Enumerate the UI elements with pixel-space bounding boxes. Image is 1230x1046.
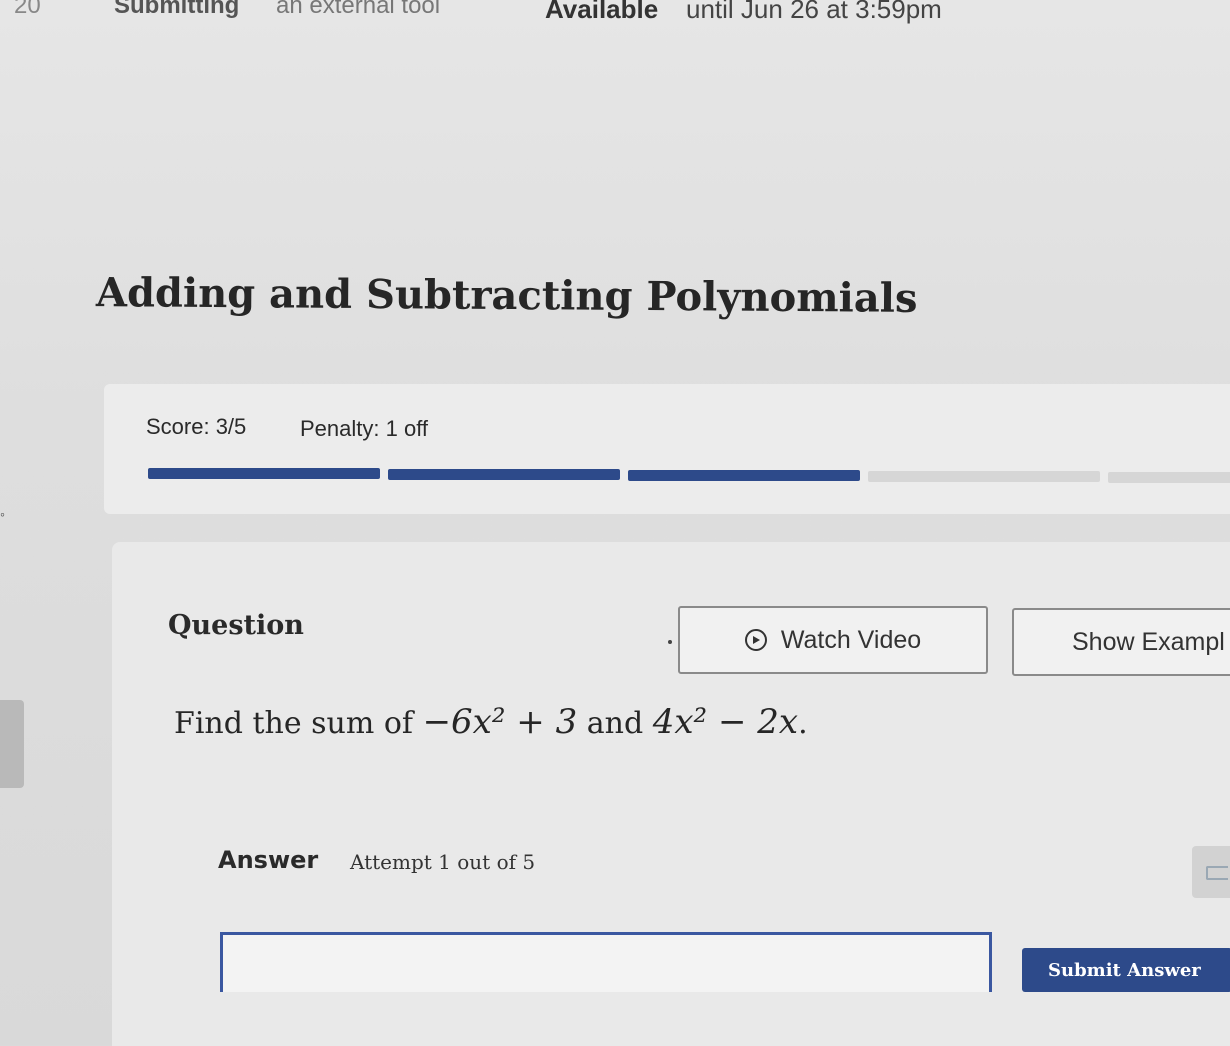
watch-video-label: Watch Video bbox=[780, 625, 922, 654]
submit-answer-button[interactable]: Submit Answer bbox=[1022, 948, 1230, 992]
prompt-and: and bbox=[586, 706, 644, 741]
submitting-label: Submitting bbox=[114, 0, 240, 19]
show-example-button[interactable]: Show Exampl bbox=[1012, 608, 1230, 676]
play-circle-icon bbox=[744, 629, 767, 651]
prompt-prefix: Find the sum of bbox=[174, 706, 414, 741]
submitting-value: an external tool bbox=[276, 0, 441, 19]
side-panel-tab[interactable] bbox=[1192, 846, 1230, 898]
progress-segment bbox=[388, 469, 620, 480]
page-title: Adding and Subtracting Polynomials bbox=[95, 269, 918, 322]
progress-bar bbox=[148, 468, 1230, 484]
answer-label: Answer bbox=[218, 846, 319, 874]
prompt-suffix: . bbox=[798, 706, 808, 741]
question-prompt: Find the sum of −6x² + 3 and 4x² − 2x. bbox=[174, 702, 808, 742]
progress-segment bbox=[1108, 472, 1230, 483]
panel-icon bbox=[1206, 866, 1228, 880]
progress-segment bbox=[148, 468, 380, 479]
left-edge-mark: ◦ bbox=[0, 506, 5, 522]
progress-segment bbox=[628, 470, 860, 481]
score-panel: Score: 3/5 Penalty: 1 off bbox=[104, 384, 1230, 514]
expression-1: −6x² + 3 bbox=[422, 702, 578, 742]
separator-dot bbox=[668, 640, 672, 644]
question-card: Question Watch Video Show Exampl Find th… bbox=[112, 542, 1230, 1046]
attempt-counter: Attempt 1 out of 5 bbox=[350, 850, 536, 874]
answer-input[interactable] bbox=[220, 932, 992, 992]
show-example-label: Show Exampl bbox=[1072, 627, 1225, 656]
expression-2: 4x² − 2x bbox=[652, 702, 799, 742]
left-edge-tab[interactable] bbox=[0, 700, 24, 788]
question-label: Question bbox=[168, 610, 304, 641]
score-text: Score: 3/5 bbox=[146, 414, 247, 439]
available-value: until Jun 26 at 3:59pm bbox=[686, 0, 942, 24]
available-label: Available bbox=[545, 0, 659, 24]
assignment-info-bar: 20 Submitting an external tool Available… bbox=[0, 0, 1230, 34]
progress-segment bbox=[868, 471, 1100, 482]
points-fragment: 20 bbox=[14, 0, 41, 19]
penalty-text: Penalty: 1 off bbox=[300, 416, 429, 441]
watch-video-button[interactable]: Watch Video bbox=[678, 606, 988, 674]
